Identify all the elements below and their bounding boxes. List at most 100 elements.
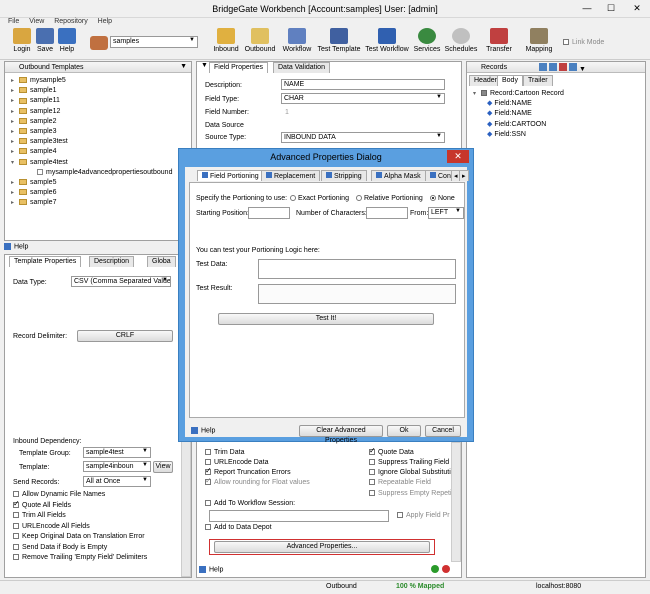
tab-trailer[interactable]: Trailer: [523, 75, 553, 86]
template-option-checkbox[interactable]: Quote All Fields: [13, 499, 183, 513]
template-option-checkbox[interactable]: Trim All Fields: [13, 512, 183, 523]
suppress-empty-option[interactable]: Suppress Empty Repetitic: [369, 490, 459, 497]
tab-field-portioning[interactable]: Field Portioning: [197, 170, 264, 181]
schedules-button[interactable]: Schedules: [444, 28, 478, 53]
report-truncation-option[interactable]: Report Truncation Errors: [205, 466, 291, 476]
menu-repository[interactable]: Repository: [54, 18, 87, 25]
tree-item[interactable]: ▸ mysample5: [11, 76, 191, 86]
cancel-button[interactable]: Cancel: [425, 425, 461, 437]
tree-item[interactable]: ▸ sample6: [11, 188, 191, 198]
record-delimiter-button[interactable]: CRLF: [77, 330, 173, 342]
search-icon[interactable]: [549, 63, 557, 71]
tree-item[interactable]: ▸ sample3test: [11, 137, 191, 147]
test-template-button[interactable]: Test Template: [316, 28, 362, 53]
add-workflow-option[interactable]: Add To Workflow Session:: [205, 500, 295, 507]
record-field[interactable]: ◆ Field:SSN: [473, 130, 643, 140]
from-select[interactable]: LEFT ▼: [428, 207, 464, 219]
dialog-close-button[interactable]: ✕: [447, 150, 469, 163]
record-field[interactable]: ◆ Field:CARTOON: [473, 120, 643, 130]
template-option-checkbox[interactable]: Keep Original Data on Translation Error: [13, 533, 183, 544]
record-field[interactable]: ◆ Field:NAME: [473, 99, 643, 109]
starting-position-input[interactable]: [248, 207, 290, 219]
relative-portioning-radio[interactable]: Relative Portioning: [356, 195, 423, 202]
field-type-select[interactable]: CHAR ▼: [281, 93, 445, 104]
tree-item[interactable]: ▸ sample3: [11, 127, 191, 137]
data-type-select[interactable]: CSV (Comma Separated Value ▼: [71, 276, 171, 287]
none-radio[interactable]: None: [430, 195, 455, 202]
tab-scroll-right[interactable]: ▸: [459, 170, 469, 181]
account-select[interactable]: samples ▼: [110, 36, 198, 48]
tab-body[interactable]: Body: [497, 75, 523, 86]
tab-global[interactable]: Globa: [147, 256, 176, 267]
record-root[interactable]: ▾ Record:Cartoon Record: [473, 89, 643, 99]
repeatable-field-option[interactable]: Repeatable Field: [369, 479, 431, 486]
urlencode-data-option[interactable]: URLEncode Data: [205, 459, 268, 466]
tab-field-properties[interactable]: Field Properties: [209, 62, 269, 73]
send-records-select[interactable]: All at Once ▼: [83, 476, 151, 487]
tree-item[interactable]: mysample4advancedpropertiesoutbound: [11, 168, 191, 178]
workflow-session-input[interactable]: [209, 510, 389, 522]
allow-rounding-option[interactable]: Allow rounding for Float values: [205, 476, 310, 486]
scrollbar[interactable]: [451, 442, 461, 562]
dialog-help-link[interactable]: Help: [191, 427, 215, 434]
search-icon[interactable]: [539, 63, 547, 71]
chevron-down-icon[interactable]: ▼: [180, 63, 187, 70]
tree-item[interactable]: ▸ sample5: [11, 178, 191, 188]
suppress-trailing-option[interactable]: Suppress Trailing Field D: [369, 459, 456, 466]
mapping-button[interactable]: Mapping: [524, 28, 554, 53]
view-button[interactable]: View: [153, 461, 173, 473]
maximize-button[interactable]: ☐: [600, 0, 622, 16]
test-data-input[interactable]: [258, 259, 456, 279]
tree-item[interactable]: ▸ sample1: [11, 86, 191, 96]
menu-file[interactable]: File: [8, 18, 19, 25]
source-type-select[interactable]: INBOUND DATA ▼: [281, 132, 445, 143]
description-input[interactable]: NAME: [281, 79, 445, 90]
services-button[interactable]: Services: [413, 28, 441, 53]
tree-item[interactable]: ▸ sample11: [11, 96, 191, 106]
tab-stripping[interactable]: Stripping: [321, 170, 367, 181]
template-group-select[interactable]: sample4test ▼: [83, 447, 151, 458]
link-mode-toggle[interactable]: Link Mode: [563, 39, 604, 46]
tree-item[interactable]: ▸ sample2: [11, 117, 191, 127]
edit-icon[interactable]: [569, 63, 577, 71]
template-option-checkbox[interactable]: Remove Trailing 'Empty Field' Delimiters: [13, 554, 183, 565]
tab-alpha-mask[interactable]: Alpha Mask: [371, 170, 426, 181]
exact-portioning-radio[interactable]: Exact Portioning: [290, 195, 349, 202]
menu-view[interactable]: View: [29, 18, 44, 25]
tab-data-validation[interactable]: Data Validation: [273, 62, 330, 73]
template-option-checkbox[interactable]: Allow Dynamic File Names: [13, 491, 183, 502]
save-button[interactable]: Save: [36, 28, 54, 53]
record-field[interactable]: ◆ Field:NAME: [473, 109, 643, 119]
menu-help[interactable]: Help: [98, 18, 112, 25]
login-button[interactable]: Login: [12, 28, 32, 53]
ok-button[interactable]: Ok: [387, 425, 421, 437]
help-bar[interactable]: Help: [4, 243, 192, 253]
add-data-depot-option[interactable]: Add to Data Depot: [205, 524, 272, 531]
outbound-button[interactable]: Outbound: [244, 28, 276, 53]
chevron-down-icon[interactable]: ▼: [579, 66, 586, 73]
inbound-button[interactable]: Inbound: [212, 28, 240, 53]
tab-description[interactable]: Description: [89, 256, 135, 267]
tab-template-properties[interactable]: Template Properties: [9, 256, 82, 267]
template-select[interactable]: sample4inboun ▼: [83, 461, 151, 472]
tree-item[interactable]: ▾ sample4test: [11, 158, 191, 168]
remove-icon[interactable]: [442, 565, 450, 573]
help-button[interactable]: Help: [58, 28, 76, 53]
apply-field-option[interactable]: Apply Field Pr: [397, 512, 450, 519]
test-it-button[interactable]: Test It!: [218, 313, 434, 325]
tab-replacement[interactable]: Replacement: [261, 170, 321, 181]
tree-item[interactable]: ▸ sample4: [11, 147, 191, 157]
transfer-button[interactable]: Transfer: [484, 28, 514, 53]
tree-item[interactable]: ▸ sample12: [11, 107, 191, 117]
clear-advanced-properties-button[interactable]: Clear Advanced Properties: [299, 425, 383, 444]
help-link[interactable]: Help: [199, 566, 223, 573]
tree-item[interactable]: ▸ sample7: [11, 198, 191, 208]
add-icon[interactable]: [431, 565, 439, 573]
quote-data-option[interactable]: Quote Data: [369, 446, 414, 456]
close-button[interactable]: ✕: [626, 0, 648, 16]
ignore-global-option[interactable]: Ignore Global Substitutio: [369, 469, 455, 476]
number-of-characters-input[interactable]: [366, 207, 408, 219]
template-option-checkbox[interactable]: Send Data if Body is Empty: [13, 544, 183, 555]
template-option-checkbox[interactable]: URLEncode All Fields: [13, 523, 183, 534]
trim-data-option[interactable]: Trim Data: [205, 449, 244, 456]
